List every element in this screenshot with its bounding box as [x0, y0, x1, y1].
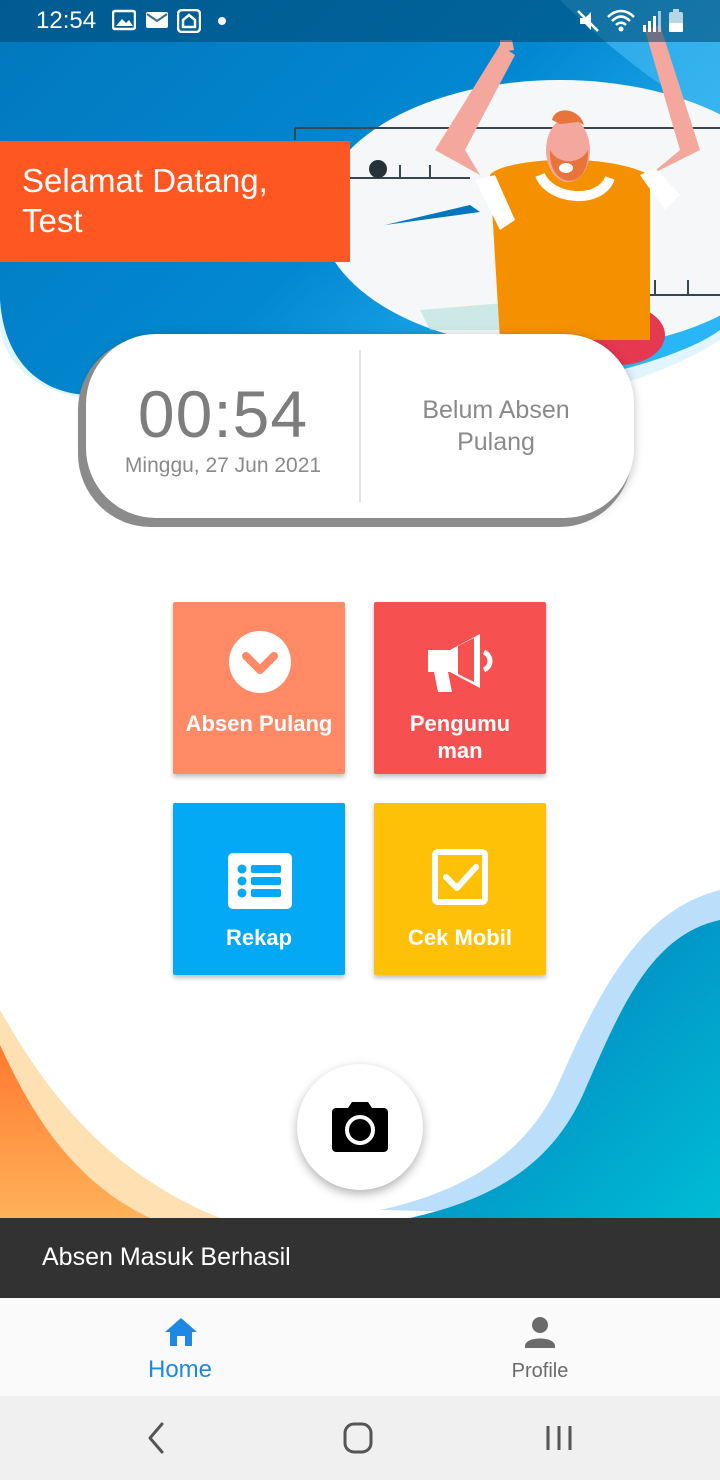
- pengumuman-label-line1: Pengumu: [409, 711, 511, 736]
- status-time: 12:54: [36, 7, 97, 34]
- home-app-icon: [177, 9, 201, 33]
- system-navigation-bar: [0, 1396, 720, 1480]
- rekap-label: Rekap: [225, 925, 293, 950]
- rekap-tile[interactable]: Rekap: [173, 803, 345, 975]
- wifi-icon: [607, 9, 635, 32]
- checkbox-icon: [432, 849, 488, 905]
- cek-mobil-tile[interactable]: Cek Mobil: [374, 803, 546, 975]
- bottom-navigation: Home Profile: [0, 1298, 720, 1396]
- nav-home[interactable]: Home: [80, 1298, 280, 1396]
- clock-time: 00:54: [137, 377, 309, 451]
- card-divider: [359, 350, 361, 502]
- recents-icon[interactable]: [530, 1418, 590, 1458]
- list-icon: [228, 853, 292, 909]
- absen-pulang-label: Absen Pulang: [185, 711, 333, 736]
- welcome-banner: Selamat Datang, Test: [0, 141, 350, 262]
- chevron-down-circle-icon: [229, 631, 291, 693]
- back-icon[interactable]: [126, 1418, 186, 1458]
- status-bar: 12:54: [0, 0, 720, 42]
- snackbar: Absen Masuk Berhasil: [0, 1218, 720, 1298]
- attendance-status: Belum Absen Pulang: [422, 396, 570, 456]
- camera-button[interactable]: [297, 1064, 423, 1190]
- image-icon: [112, 9, 136, 31]
- mail-icon: [146, 12, 168, 28]
- nav-profile-label: Profile: [511, 1360, 569, 1382]
- camera-icon: [332, 1102, 388, 1152]
- signal-icon: [643, 11, 661, 32]
- absen-pulang-tile[interactable]: Absen Pulang: [173, 602, 345, 774]
- snackbar-message: Absen Masuk Berhasil: [42, 1243, 291, 1271]
- mute-icon: [577, 10, 599, 32]
- pengumuman-tile[interactable]: Pengumu man: [374, 602, 546, 774]
- megaphone-icon: [428, 634, 493, 692]
- pengumuman-label-line2: man: [437, 738, 483, 763]
- nav-home-label: Home: [147, 1356, 213, 1383]
- clock-date: Minggu, 27 Jun 2021: [124, 454, 322, 477]
- welcome-text: Selamat Datang, Test: [22, 162, 268, 239]
- dot-icon: [218, 17, 226, 25]
- home-circle-icon[interactable]: [328, 1418, 388, 1458]
- home-icon: [165, 1318, 197, 1346]
- nav-profile[interactable]: Profile: [440, 1298, 640, 1396]
- cek-mobil-label: Cek Mobil: [408, 925, 512, 950]
- clock-card: 00:54 Minggu, 27 Jun 2021 Belum Absen Pu…: [86, 334, 634, 518]
- person-icon: [525, 1317, 555, 1348]
- battery-icon: [669, 9, 683, 32]
